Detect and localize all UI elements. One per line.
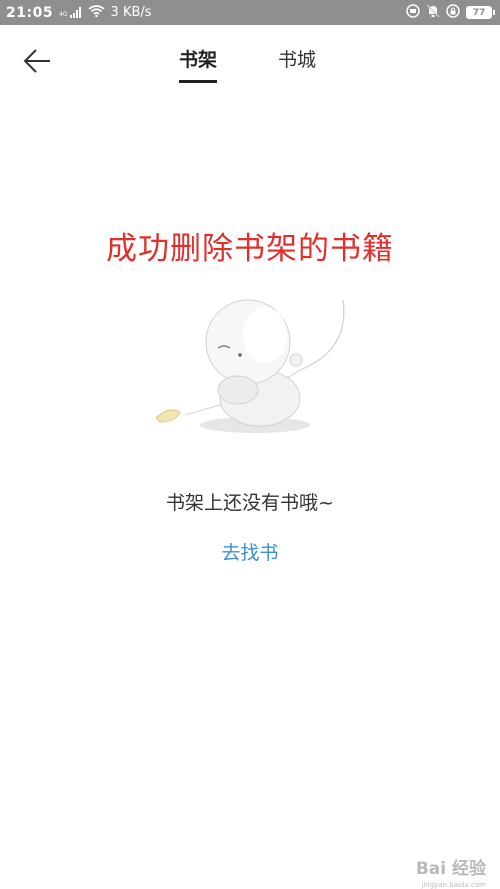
watermark-url: jingyan.baidu.com [421,881,486,889]
empty-shelf-message: 书架上还没有书哦~ [166,492,334,514]
battery-icon: 77 [466,6,495,19]
tab-bookstore[interactable]: 书城 [278,45,316,80]
wifi-icon [88,4,105,21]
sad-mascot-icon [155,299,345,433]
network-type: 4G [59,11,68,18]
status-bar-right: 77 [406,3,495,22]
find-books-link[interactable]: 去找书 [0,538,500,565]
baidu-watermark: Bai 经验 [416,854,486,879]
mute-bell-icon [426,3,440,22]
signal-icon: 4G [59,7,81,18]
top-navigation: 书架 书城 [0,25,500,105]
network-speed: 3 KB/s [110,5,152,20]
lock-rotation-icon [446,3,460,22]
sync-icon [406,3,420,22]
success-message: 成功删除书架的书籍 [106,231,394,267]
watermark-text: Bai 经验 [415,859,486,879]
status-bar: 21:05 4G 3 KB/s 77 [0,0,500,25]
back-arrow-icon [23,49,50,73]
status-bar-left: 21:05 4G 3 KB/s [6,5,152,21]
back-button[interactable] [22,47,54,75]
tab-bookshelf[interactable]: 书架 [179,45,218,83]
clock: 21:05 [6,4,54,21]
empty-shelf-illustration [150,290,360,435]
